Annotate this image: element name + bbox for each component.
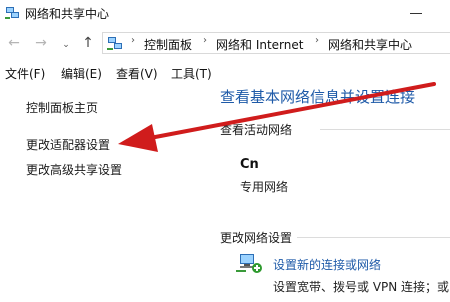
network-type: 专用网络 xyxy=(240,180,289,194)
breadcrumb-separator-icon[interactable]: › xyxy=(131,35,135,46)
title-bar: 网络和共享中心 xyxy=(0,0,450,28)
section-divider xyxy=(320,129,450,130)
network-center-icon xyxy=(107,37,122,50)
recent-locations-chevron-icon[interactable]: ⌄ xyxy=(59,36,73,54)
menu-view[interactable]: 查看(V) xyxy=(116,65,158,82)
setup-new-connection-link[interactable]: 设置新的连接或网络 xyxy=(273,256,381,273)
left-task-pane: 控制面板主页 更改适配器设置 更改高级共享设置 xyxy=(0,86,210,302)
menu-tools[interactable]: 工具(T) xyxy=(171,65,212,82)
setup-new-connection-description: 设置宽带、拨号或 VPN 连接；或 xyxy=(273,280,450,294)
forward-arrow-icon[interactable]: → xyxy=(33,34,49,52)
sidebar-item-change-adapter-settings[interactable]: 更改适配器设置 xyxy=(26,136,110,153)
window-title: 网络和共享中心 xyxy=(25,7,110,21)
up-arrow-icon[interactable]: ↑ xyxy=(80,34,96,52)
menu-edit[interactable]: 编辑(E) xyxy=(61,65,102,82)
network-setup-icon[interactable] xyxy=(236,252,264,274)
breadcrumb-network-internet[interactable]: 网络和 Internet xyxy=(216,36,303,53)
sidebar-item-change-advanced-sharing[interactable]: 更改高级共享设置 xyxy=(26,161,122,178)
menu-file[interactable]: 文件(F) xyxy=(5,65,45,82)
breadcrumb-control-panel[interactable]: 控制面板 xyxy=(144,36,192,53)
menu-bar: 文件(F) 编辑(E) 查看(V) 工具(T) xyxy=(0,62,450,84)
back-arrow-icon[interactable]: ← xyxy=(6,34,22,52)
change-settings-heading: 更改网络设置 xyxy=(220,231,293,245)
breadcrumb-network-sharing-center[interactable]: 网络和共享中心 xyxy=(328,36,412,53)
network-name: Cn xyxy=(240,157,259,172)
active-networks-heading: 查看活动网络 xyxy=(220,123,293,137)
network-center-icon xyxy=(5,7,19,19)
section-divider xyxy=(297,237,450,238)
breadcrumb-separator-icon[interactable]: › xyxy=(203,35,207,46)
breadcrumb-separator-icon[interactable]: › xyxy=(315,35,319,46)
minimize-button[interactable] xyxy=(410,13,422,14)
page-title: 查看基本网络信息并设置连接 xyxy=(220,88,416,106)
address-bar[interactable]: › 控制面板 › 网络和 Internet › 网络和共享中心 xyxy=(102,32,450,54)
sidebar-item-control-panel-home[interactable]: 控制面板主页 xyxy=(26,99,98,116)
